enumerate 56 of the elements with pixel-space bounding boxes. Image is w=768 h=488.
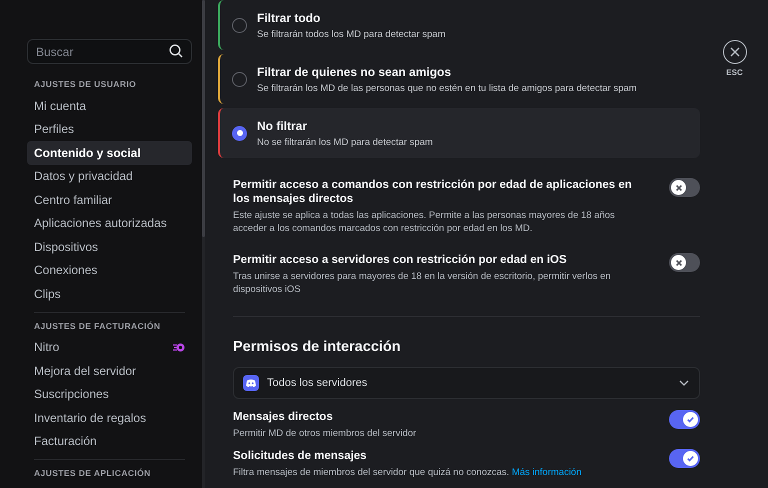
- section-header: AJUSTES DE FACTURACIÓN: [33, 320, 162, 332]
- sidebar-item[interactable]: Aplicaciones autorizadas: [27, 212, 192, 235]
- setting-title: Mensajes directos: [233, 410, 334, 424]
- x-icon: [674, 184, 682, 192]
- sidebar-item[interactable]: Dispositivos: [27, 235, 192, 258]
- close-label: ESC: [726, 68, 743, 77]
- sidebar-item[interactable]: Centro familiar: [27, 188, 192, 212]
- option-title: Filtrar todo: [257, 10, 322, 24]
- option-title: No filtrar: [257, 118, 308, 132]
- option-title: Filtrar de quienes no sean amigos: [257, 64, 452, 78]
- filter-option[interactable]: No filtrar No se filtrarán los MD para detectar spam: [218, 108, 700, 158]
- sidebar-item[interactable]: Mejora del servidor: [27, 359, 192, 382]
- setting-title: Solicitudes de mensajes: [233, 449, 368, 463]
- sidebar-item[interactable]: Nitro: [27, 336, 192, 359]
- setting-description: Permitir MD de otros miembros del servidor: [233, 427, 416, 440]
- radio-button[interactable]: [232, 18, 247, 32]
- sidebar-item[interactable]: Contenido y social: [27, 141, 192, 164]
- setting-title: Permitir acceso a servidores con restricción por edad en iOS: [233, 253, 568, 267]
- sidebar-item[interactable]: Mi cuenta: [27, 94, 192, 118]
- section-header: AJUSTES DE APLICACIÓN: [33, 467, 152, 480]
- sidebar-item[interactable]: Datos y privacidad: [27, 164, 192, 188]
- filter-option[interactable]: Filtrar de quienes no sean amigos Se filtrarán los MD de las personas que no estén en tu lista de amigos para detectar spam: [218, 54, 700, 104]
- more-info-link[interactable]: Más información: [512, 467, 582, 478]
- option-description: No se filtrarán los MD para detectar spam: [257, 136, 433, 148]
- radio-button[interactable]: [232, 126, 247, 140]
- toggle-switch[interactable]: [669, 253, 700, 272]
- toggle-switch[interactable]: [669, 449, 700, 468]
- sidebar-item[interactable]: Clips: [27, 282, 192, 306]
- search-icon: [169, 44, 183, 58]
- check-icon: [686, 415, 695, 424]
- dropdown-value: Todos los servidores: [267, 377, 368, 389]
- sidebar-item[interactable]: Facturación: [27, 430, 192, 453]
- check-icon: [686, 454, 695, 463]
- option-description: Se filtrarán todos los MD para detectar spam: [257, 28, 446, 40]
- search-field[interactable]: Buscar: [27, 39, 192, 64]
- filter-option[interactable]: Filtrar todo Se filtrarán todos los MD para detectar spam: [218, 0, 700, 50]
- sidebar-item[interactable]: Perfiles: [27, 118, 192, 141]
- section-heading: Permisos de interacción: [233, 339, 402, 355]
- option-description: Se filtrarán los MD de las personas que no estén en tu lista de amigos para detectar spam: [257, 82, 637, 94]
- toggle-switch[interactable]: [669, 410, 700, 429]
- setting-title: Permitir acceso a comandos con restricción por edad de aplicaciones en los mensajes directos: [233, 178, 633, 206]
- sidebar-item[interactable]: Inventario de regalos: [27, 406, 192, 430]
- sidebar-item[interactable]: Conexiones: [27, 258, 192, 282]
- toggle-switch[interactable]: [669, 178, 700, 197]
- setting-description: Tras unirse a servidores para mayores de 18 en la versión de escritorio, permitir verlos en dispositivos iOS: [233, 270, 612, 296]
- section-header: AJUSTES DE USUARIO: [33, 78, 138, 91]
- close-button[interactable]: [722, 40, 746, 64]
- setting-description: Este ajuste se aplica a todas las aplicaciones. Permite a las personas mayores de 18 años acceder a los comandos marcados con restricción por edad en los MD.: [233, 209, 616, 235]
- x-icon: [674, 258, 682, 266]
- close-icon: [730, 47, 740, 57]
- chat-logo-icon: [243, 375, 259, 391]
- server-dropdown[interactable]: Todos los servidores: [233, 367, 700, 399]
- caret-icon: [679, 380, 689, 386]
- sidebar-item[interactable]: Suscripciones: [27, 382, 192, 406]
- radio-button[interactable]: [232, 72, 247, 86]
- setting-description: Filtra mensajes de miembros del servidor que quizá no conozcas. Más información: [233, 466, 582, 479]
